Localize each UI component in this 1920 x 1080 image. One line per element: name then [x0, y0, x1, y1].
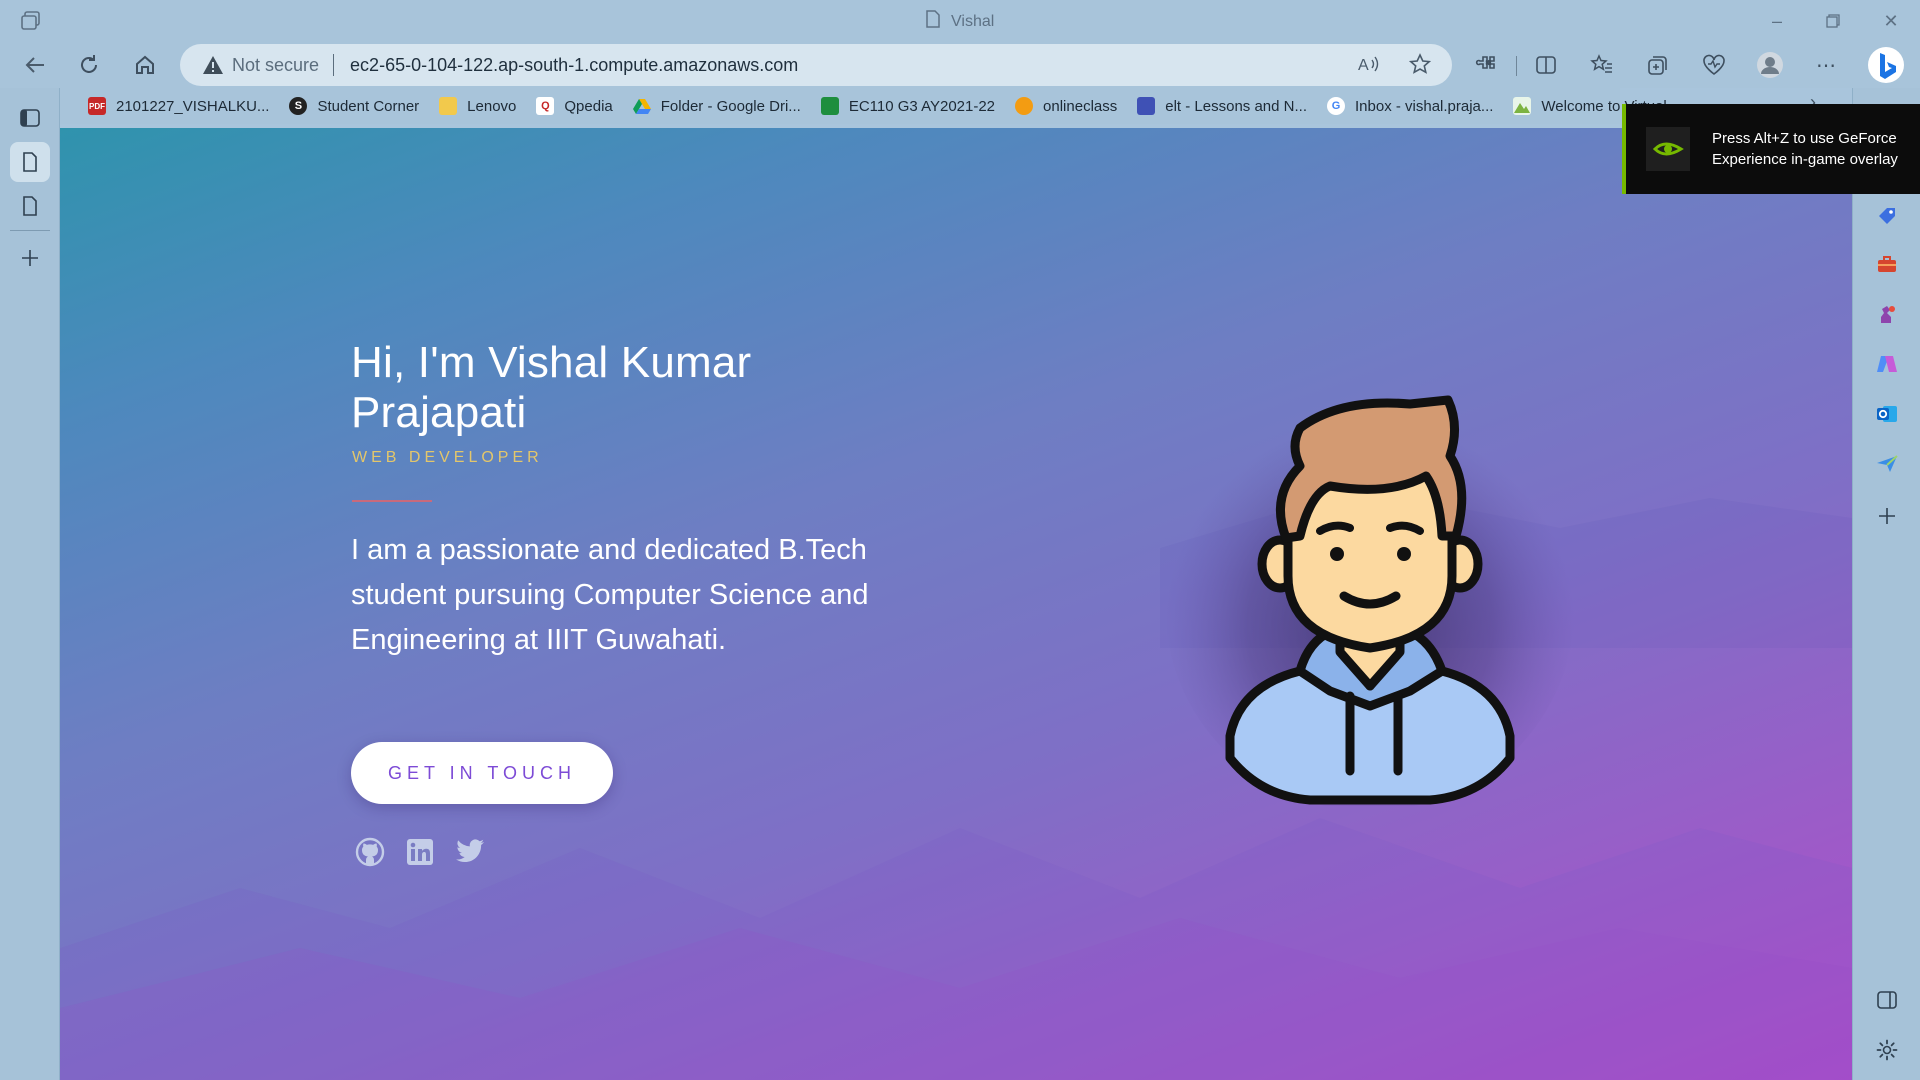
qpedia-icon: Q — [536, 97, 555, 115]
settings-gear-icon[interactable] — [1871, 1034, 1903, 1066]
copilot-icon[interactable] — [1871, 348, 1903, 380]
new-tab-icon[interactable] — [10, 238, 50, 278]
favorite-label: onlineclass — [1043, 97, 1118, 115]
sun-icon — [1015, 97, 1034, 115]
favorites-list-icon[interactable] — [1584, 48, 1620, 82]
address-separator — [333, 54, 335, 76]
add-sidebar-app-icon[interactable] — [1871, 500, 1903, 532]
tab-vishal[interactable] — [10, 142, 50, 182]
address-bar[interactable]: Not secure ec2-65-0-104-122.ap-south-1.c… — [180, 44, 1452, 86]
linkedin-icon[interactable] — [404, 836, 436, 868]
more-menu-icon[interactable]: ⋯ — [1808, 48, 1844, 82]
vertical-tabs-strip — [0, 88, 60, 1080]
geforce-overlay-notification: Press Alt+Z to use GeForce Experience in… — [1622, 104, 1920, 194]
favorite-star-icon[interactable] — [1406, 51, 1434, 77]
avatar-illustration — [1160, 386, 1580, 811]
hero-title: Hi, I'm Vishal Kumar Prajapati — [351, 338, 752, 437]
twitter-icon[interactable] — [454, 836, 486, 868]
split-screen-icon[interactable] — [1528, 48, 1564, 82]
page-viewport: Hi, I'm Vishal Kumar Prajapati WEB DEVEL… — [60, 128, 1852, 1080]
pdf-icon: PDF — [88, 97, 106, 115]
google-drive-icon — [632, 97, 651, 115]
s-logo-icon: S — [289, 97, 308, 115]
minimize-button[interactable]: – — [1752, 6, 1802, 36]
favorite-item[interactable]: EC110 G3 AY2021-22 — [811, 91, 1005, 121]
get-in-touch-button[interactable]: GET IN TOUCH — [351, 742, 613, 804]
window-title: Vishal — [925, 10, 994, 33]
bing-copilot-icon[interactable] — [1864, 44, 1908, 86]
restore-button[interactable] — [1808, 6, 1858, 36]
browser-essentials-icon[interactable] — [1696, 48, 1732, 82]
favorite-label: elt - Lessons and N... — [1165, 97, 1307, 115]
games-icon[interactable] — [1871, 298, 1903, 330]
favorite-item[interactable]: Q Qpedia — [526, 91, 622, 121]
collections-icon[interactable] — [1640, 48, 1676, 82]
favorite-item[interactable]: Lenovo — [429, 91, 526, 121]
forms-icon — [1137, 97, 1156, 115]
favorite-item[interactable]: G Inbox - vishal.praja... — [1317, 91, 1503, 121]
nvidia-logo-icon — [1646, 127, 1690, 171]
favorite-item[interactable]: onlineclass — [1005, 91, 1127, 121]
outlook-icon[interactable] — [1871, 398, 1903, 430]
title-bar: Vishal – ✕ — [0, 0, 1920, 42]
favorite-label: Lenovo — [467, 97, 517, 115]
url-text[interactable]: ec2-65-0-104-122.ap-south-1.compute.amaz… — [350, 55, 798, 76]
svg-text:A: A — [1358, 57, 1369, 74]
page-icon — [925, 10, 941, 33]
virtual-icon — [1513, 97, 1532, 115]
vertical-tabs-toggle-icon[interactable] — [10, 98, 50, 138]
tab-actions-icon[interactable] — [20, 10, 44, 32]
hero-divider — [352, 500, 432, 502]
favorite-item[interactable]: elt - Lessons and N... — [1127, 91, 1317, 121]
github-icon[interactable] — [354, 836, 386, 868]
toolbox-icon[interactable] — [1871, 248, 1903, 280]
tabs-divider — [10, 230, 50, 231]
overlay-message: Press Alt+Z to use GeForce Experience in… — [1712, 130, 1898, 168]
classroom-icon — [820, 97, 839, 115]
hide-sidebar-icon[interactable] — [1871, 984, 1903, 1016]
favorite-label: Qpedia — [564, 97, 613, 115]
hero-subtitle: WEB DEVELOPER — [352, 449, 543, 466]
window-title-text: Vishal — [951, 12, 995, 30]
shopping-tag-icon[interactable] — [1871, 200, 1903, 232]
read-aloud-icon[interactable]: A — [1356, 51, 1384, 77]
google-icon: G — [1327, 97, 1345, 115]
favorite-label: Folder - Google Dri... — [660, 97, 801, 115]
warning-icon[interactable] — [202, 54, 224, 76]
toolbar-divider — [1516, 56, 1517, 76]
back-icon[interactable] — [18, 50, 52, 80]
hero-description: I am a passionate and dedicated B.Tech s… — [351, 534, 869, 656]
refresh-icon[interactable] — [72, 50, 106, 80]
favorite-label: Inbox - vishal.praja... — [1355, 97, 1494, 115]
profile-avatar[interactable] — [1752, 48, 1788, 82]
close-window-button[interactable]: ✕ — [1866, 6, 1916, 36]
drop-send-icon[interactable] — [1871, 448, 1903, 480]
navigation-bar: Not secure ec2-65-0-104-122.ap-south-1.c… — [0, 42, 1920, 88]
favorite-item[interactable]: S Student Corner — [279, 91, 429, 121]
extensions-icon[interactable] — [1468, 48, 1504, 82]
favorite-label: EC110 G3 AY2021-22 — [848, 97, 996, 115]
folder-icon — [439, 97, 458, 115]
security-label[interactable]: Not secure — [232, 55, 319, 76]
favorite-item[interactable]: PDF 2101227_VISHALKU... — [78, 91, 279, 121]
tab-page[interactable] — [10, 186, 50, 226]
favorite-item[interactable]: Folder - Google Dri... — [623, 91, 811, 121]
edge-sidebar — [1852, 88, 1920, 1080]
favorite-label: 2101227_VISHALKU... — [116, 97, 270, 115]
favorites-bar: PDF 2101227_VISHALKU... S Student Corner… — [60, 88, 1679, 124]
background-mountains — [60, 488, 1852, 1080]
favorite-label: Student Corner — [317, 97, 420, 115]
home-icon[interactable] — [128, 50, 162, 80]
